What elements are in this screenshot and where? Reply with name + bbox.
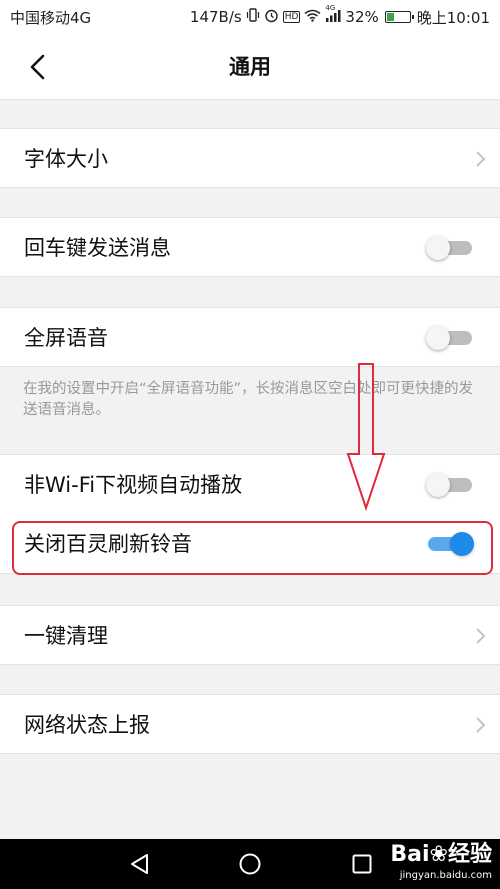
close-ringtone-toggle[interactable] (426, 532, 474, 556)
setting-one-click-clean-label: 一键清理 (24, 624, 108, 648)
carrier-label: 中国移动4G (10, 8, 92, 27)
enter-send-toggle[interactable] (426, 236, 474, 260)
recents-square-icon[interactable] (350, 852, 374, 876)
status-bar: 中国移动4G 147B/s HD 4G 32% 晚上10:01 (0, 0, 500, 34)
hd-icon: HD (282, 11, 301, 23)
battery-level (386, 13, 394, 21)
chevron-right-icon (476, 628, 486, 644)
setting-fullscreen-voice: 全屏语音 (0, 307, 500, 367)
back-button[interactable] (26, 54, 52, 80)
home-circle-icon[interactable] (238, 852, 262, 876)
setting-fullscreen-voice-label: 全屏语音 (24, 326, 108, 350)
setting-close-ringtone-label: 关闭百灵刷新铃音 (24, 532, 192, 556)
setting-font-size-label: 字体大小 (24, 147, 108, 171)
fullscreen-voice-toggle[interactable] (426, 326, 474, 350)
setting-network-report-label: 网络状态上报 (24, 713, 150, 737)
clock: 晚上10:01 (416, 8, 490, 27)
setting-enter-send-label: 回车键发送消息 (24, 236, 171, 260)
setting-autoplay-video-label: 非Wi-Fi下视频自动播放 (24, 473, 243, 497)
fullscreen-voice-note: 在我的设置中开启“全屏语音功能”，长按消息区空白处即可更快捷的发送语音消息。 (23, 381, 474, 418)
network-speed: 147B/s (189, 8, 242, 26)
vibrate-icon (246, 8, 260, 26)
alarm-icon (264, 8, 279, 27)
battery-icon (384, 11, 414, 23)
setting-font-size[interactable]: 字体大小 (0, 128, 500, 188)
battery-percent: 32% (345, 8, 379, 26)
baidu-jingyan-watermark: Bai❀经验 jingyan.baidu.com (390, 841, 492, 882)
watermark-brand: Bai❀经验 (390, 841, 492, 869)
toggle-knob (426, 236, 450, 260)
back-triangle-icon[interactable] (128, 852, 152, 876)
setting-autoplay-video: 非Wi-Fi下视频自动播放 (0, 454, 500, 514)
paw-icon: ❀ (429, 842, 448, 867)
setting-enter-send: 回车键发送消息 (0, 217, 500, 277)
watermark-brand-prefix: Bai (390, 842, 430, 867)
chevron-right-icon (476, 151, 486, 167)
chevron-right-icon (476, 717, 486, 733)
status-icons: 147B/s HD 4G 32% 晚上10:01 (189, 4, 490, 28)
setting-network-report[interactable]: 网络状态上报 (0, 694, 500, 754)
watermark-brand-suffix: 经验 (447, 842, 492, 867)
system-nav-bar: Bai❀经验 jingyan.baidu.com (0, 839, 500, 889)
toggle-knob (426, 326, 450, 350)
app-header: 通用 (0, 34, 500, 100)
toggle-knob (426, 473, 450, 497)
page-title: 通用 (229, 55, 271, 79)
watermark-url: jingyan.baidu.com (399, 870, 492, 881)
chevron-left-icon (30, 54, 45, 80)
wifi-icon (304, 9, 321, 26)
autoplay-video-toggle[interactable] (426, 473, 474, 497)
setting-close-ringtone: 关闭百灵刷新铃音 (0, 514, 500, 574)
setting-one-click-clean[interactable]: 一键清理 (0, 605, 500, 665)
network-type-label: 4G (325, 3, 336, 12)
toggle-knob (450, 532, 474, 556)
signal-icon: 4G (325, 4, 341, 26)
